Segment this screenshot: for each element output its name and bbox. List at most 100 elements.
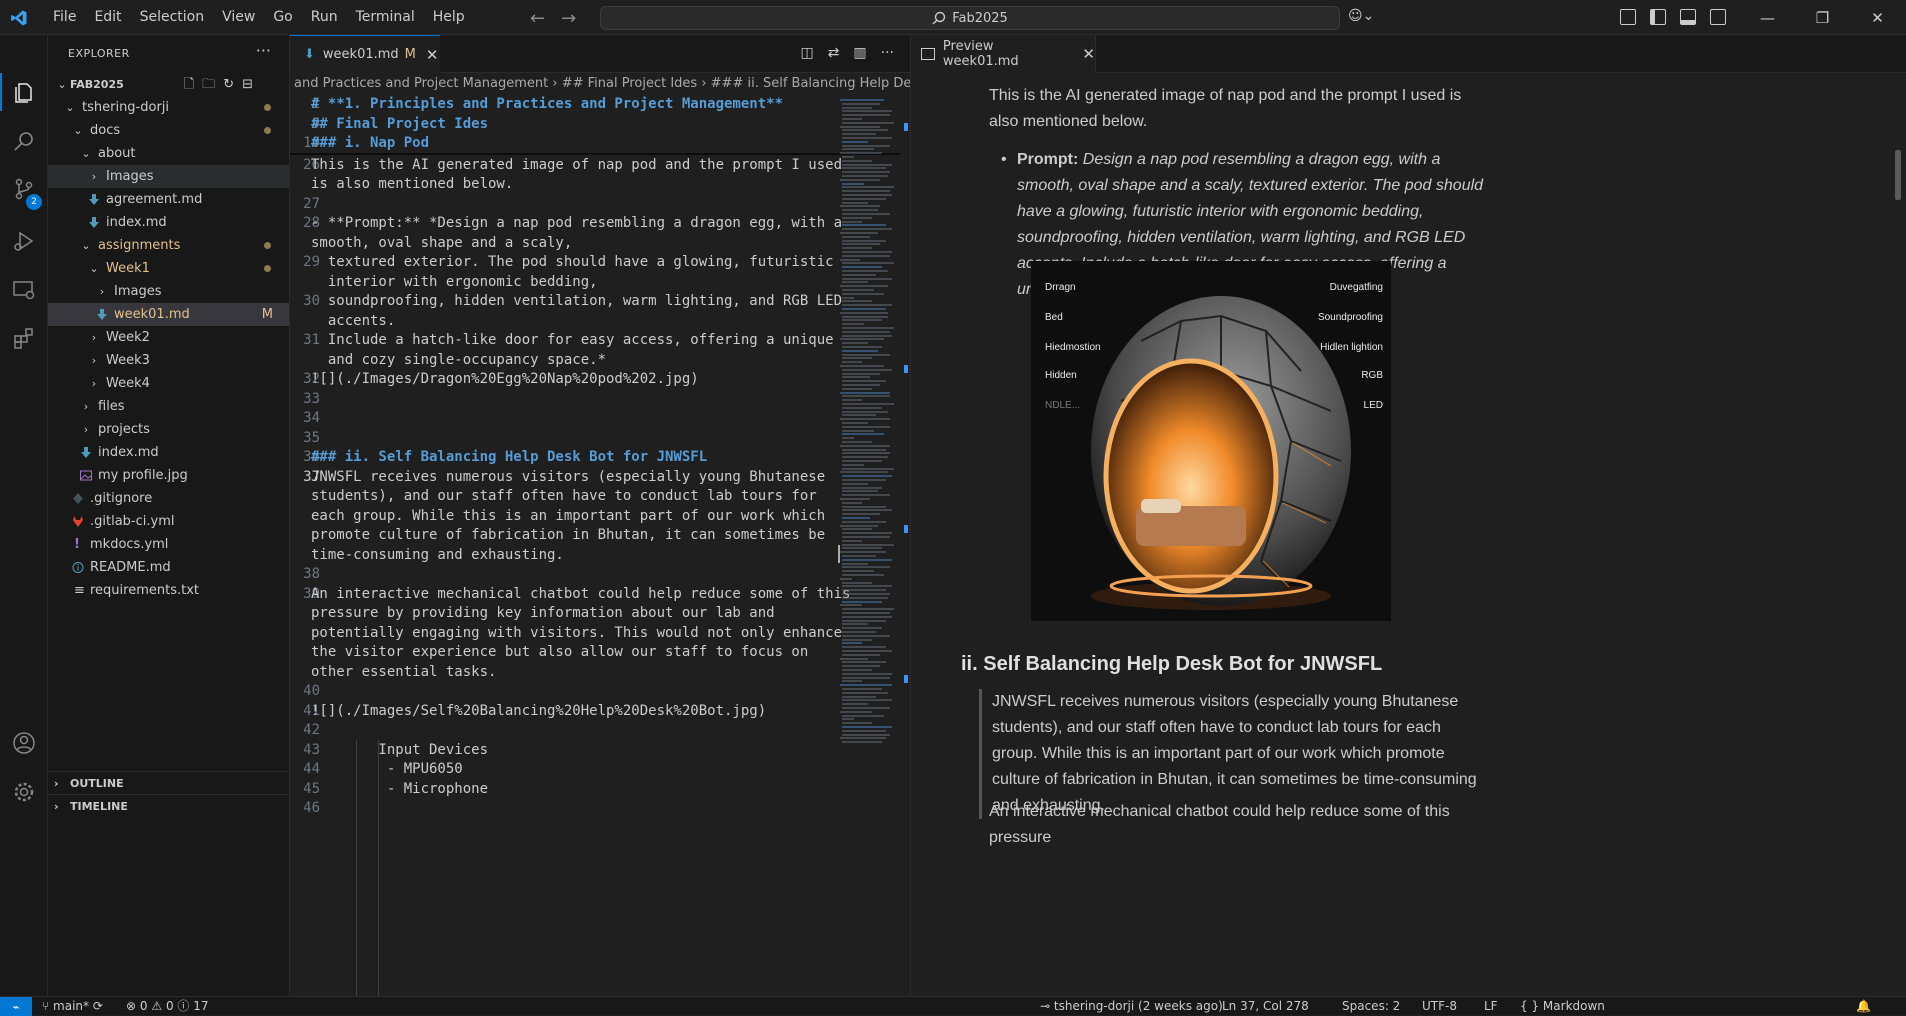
code-line[interactable]: students), and our staff often have to c… bbox=[290, 487, 830, 507]
markdown-preview[interactable]: This is the AI generated image of nap po… bbox=[910, 73, 1906, 996]
more-actions-icon[interactable]: ··· bbox=[256, 41, 271, 60]
menu-help[interactable]: Help bbox=[424, 0, 474, 35]
code-line[interactable]: 34 bbox=[290, 409, 830, 429]
code-line[interactable]: 41 ![](./Images/Self%20Balancing%20Help%2… bbox=[290, 702, 830, 722]
code-line[interactable]: is also mentioned below. bbox=[290, 175, 830, 195]
indentation-status[interactable]: Spaces: 2 bbox=[1342, 997, 1400, 1015]
remote-explorer-icon[interactable] bbox=[12, 278, 36, 302]
problems-status[interactable]: ⊗ 0 ⚠ 0 ⓘ 17 bbox=[126, 997, 209, 1015]
open-preview-icon[interactable]: ◫ bbox=[800, 45, 813, 61]
compare-changes-icon[interactable]: ⇄ bbox=[828, 45, 840, 61]
outline-section[interactable]: › OUTLINE bbox=[48, 771, 289, 795]
code-line[interactable]: 26 This is the AI generated image of nap … bbox=[290, 156, 842, 176]
encoding-status[interactable]: UTF-8 bbox=[1422, 997, 1457, 1015]
menu-file[interactable]: File bbox=[44, 0, 85, 35]
tree-folder-week3[interactable]: › Week3 bbox=[48, 349, 289, 372]
code-line[interactable]: 27 bbox=[290, 195, 830, 215]
code-line[interactable]: 46 bbox=[290, 799, 830, 819]
code-line[interactable]: 44 - MPU6050 bbox=[290, 760, 830, 780]
account-icon[interactable] bbox=[12, 731, 36, 755]
code-line[interactable]: the visitor experience but also allow ou… bbox=[290, 643, 830, 663]
timeline-section[interactable]: › TIMELINE bbox=[48, 794, 289, 818]
preview-scrollbar[interactable] bbox=[1895, 150, 1901, 200]
code-line[interactable]: 31 Include a hatch-like door for easy ac… bbox=[290, 331, 833, 351]
tree-folder-week1[interactable]: ⌄ Week1 bbox=[48, 257, 289, 280]
code-line[interactable]: 35 bbox=[290, 429, 830, 449]
breadcrumb[interactable]: and Practices and Project Management › #… bbox=[290, 73, 910, 95]
close-tab-icon[interactable]: ✕ bbox=[426, 46, 439, 64]
code-line[interactable]: and cozy single-occupancy space.* bbox=[290, 351, 830, 371]
tree-file-index[interactable]: index.md bbox=[48, 211, 289, 234]
tree-folder-week1-images[interactable]: › Images bbox=[48, 280, 289, 303]
menu-edit[interactable]: Edit bbox=[85, 0, 130, 35]
code-line[interactable]: other essential tasks. bbox=[290, 663, 830, 683]
menu-run[interactable]: Run bbox=[302, 0, 347, 35]
code-line[interactable]: 37 JNWSFL receives numerous visitors (esp… bbox=[290, 468, 830, 488]
tree-file-gitlab-ci[interactable]: .gitlab-ci.yml bbox=[48, 510, 289, 533]
tree-file-requirements[interactable]: ≡ requirements.txt bbox=[48, 579, 289, 602]
toggle-secondary-sidebar-icon[interactable] bbox=[1710, 9, 1726, 25]
cursor-position[interactable]: Ln 37, Col 278 bbox=[1222, 997, 1309, 1015]
tree-folder-projects[interactable]: › projects bbox=[48, 418, 289, 441]
notifications-bell-icon[interactable]: 🔔 bbox=[1856, 997, 1871, 1015]
tree-folder-about[interactable]: ⌄ about bbox=[48, 142, 289, 165]
code-line[interactable]: 45 - Microphone bbox=[290, 780, 830, 800]
code-line[interactable]: 30 soundproofing, hidden ventilation, wa… bbox=[290, 292, 842, 312]
code-line[interactable]: smooth, oval shape and a scaly, bbox=[290, 234, 830, 254]
settings-gear-icon[interactable] bbox=[12, 780, 36, 804]
tree-folder-week2[interactable]: › Week2 bbox=[48, 326, 289, 349]
remote-indicator-icon[interactable]: ⌁ bbox=[0, 997, 32, 1016]
workspace-root[interactable]: ⌄ FAB2025 🗋 🗀 ↻ ⊟ bbox=[48, 73, 289, 96]
code-line[interactable]: promote culture of fabrication in Bhutan… bbox=[290, 526, 830, 546]
menu-selection[interactable]: Selection bbox=[131, 0, 214, 35]
tree-file-docs-index[interactable]: index.md bbox=[48, 441, 289, 464]
run-debug-icon[interactable] bbox=[12, 229, 36, 253]
code-line[interactable]: 36 ### ii. Self Balancing Help Desk Bot f… bbox=[290, 448, 830, 468]
tree-folder-week4[interactable]: › Week4 bbox=[48, 372, 289, 395]
code-line[interactable]: 40 bbox=[290, 682, 830, 702]
new-folder-icon[interactable]: 🗀 bbox=[202, 73, 215, 96]
code-line[interactable]: potentially engaging with visitors. This… bbox=[290, 624, 842, 644]
split-editor-icon[interactable]: ▥ bbox=[853, 45, 866, 61]
code-line[interactable]: 32 ![](./Images/Dragon%20Egg%20Nap%20pod%… bbox=[290, 370, 830, 390]
tree-file-profile[interactable]: my profile.jpg bbox=[48, 464, 289, 487]
code-line[interactable]: accents. bbox=[290, 312, 830, 332]
code-line[interactable]: 43 Input Devices bbox=[290, 741, 830, 761]
tree-folder-images[interactable]: › Images bbox=[48, 165, 289, 188]
command-center-search[interactable]: Fab2025 bbox=[600, 6, 1340, 30]
code-line[interactable]: 29 textured exterior. The pod should hav… bbox=[290, 253, 833, 273]
tab-preview-week01[interactable]: Preview week01.md ✕ bbox=[911, 35, 1096, 73]
restore-icon[interactable]: ❐ bbox=[1795, 0, 1850, 35]
tree-folder-files[interactable]: › files bbox=[48, 395, 289, 418]
extensions-icon[interactable] bbox=[12, 326, 36, 350]
tree-file-readme[interactable]: README.md bbox=[48, 556, 289, 579]
copilot-icon[interactable]: ☺⌄ bbox=[1348, 8, 1374, 24]
code-line[interactable]: 38 bbox=[290, 565, 830, 585]
language-mode[interactable]: { } Markdown bbox=[1520, 997, 1605, 1015]
eol-status[interactable]: LF bbox=[1484, 997, 1498, 1015]
tree-file-mkdocs[interactable]: ! mkdocs.yml bbox=[48, 533, 289, 556]
search-icon[interactable] bbox=[12, 129, 36, 153]
minimap[interactable] bbox=[838, 95, 902, 996]
code-line[interactable]: 39 An interactive mechanical chatbot coul… bbox=[290, 585, 850, 605]
code-line[interactable]: interior with ergonomic bedding, bbox=[290, 273, 830, 293]
tree-file-gitignore[interactable]: .gitignore bbox=[48, 487, 289, 510]
code-line[interactable]: 9 ## Final Project Ides bbox=[290, 115, 830, 135]
tree-folder-docs[interactable]: ⌄ docs bbox=[48, 119, 289, 142]
layout-customize-icon[interactable] bbox=[1620, 9, 1636, 25]
tab-week01-md[interactable]: ⬇ week01.md M ✕ bbox=[290, 35, 440, 73]
code-line[interactable]: pressure by providing key information ab… bbox=[290, 604, 830, 624]
code-editor[interactable]: 1 # **1. Principles and Practices and Pro… bbox=[290, 95, 910, 996]
close-tab-icon[interactable]: ✕ bbox=[1082, 45, 1095, 63]
code-line[interactable]: 1 # **1. Principles and Practices and Pro… bbox=[290, 95, 830, 115]
back-arrow-icon[interactable]: ← bbox=[530, 8, 545, 29]
menu-view[interactable]: View bbox=[213, 0, 264, 35]
toggle-primary-sidebar-icon[interactable] bbox=[1650, 9, 1666, 25]
tree-folder-assignments[interactable]: ⌄ assignments bbox=[48, 234, 289, 257]
branch-status[interactable]: ⑂ main* ⟳ bbox=[42, 997, 103, 1015]
menu-terminal[interactable]: Terminal bbox=[347, 0, 424, 35]
code-line[interactable]: 28- **Prompt:** *Design a nap pod resemb… bbox=[290, 214, 842, 234]
refresh-icon[interactable]: ↻ bbox=[223, 73, 234, 96]
tree-folder-tshering-dorji[interactable]: ⌄ tshering-dorji bbox=[48, 96, 289, 119]
code-line[interactable]: 33 bbox=[290, 390, 830, 410]
